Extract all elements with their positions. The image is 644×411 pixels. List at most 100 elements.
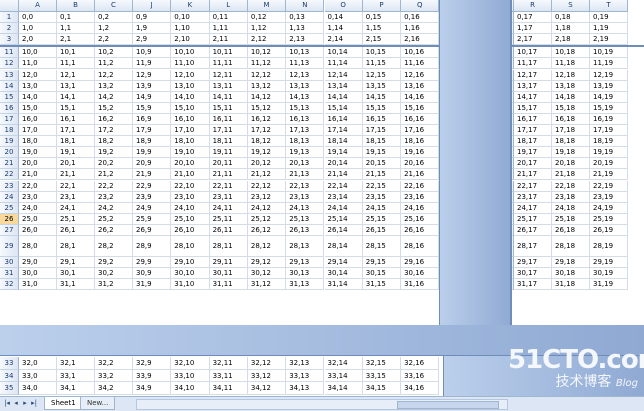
cell[interactable]: 18,13 xyxy=(286,136,325,148)
cell[interactable]: 10,0 xyxy=(19,47,57,59)
cell[interactable]: 1,1 xyxy=(57,23,95,35)
cell[interactable]: 29,11 xyxy=(209,257,248,269)
cell[interactable]: 19,9 xyxy=(133,147,172,159)
cell[interactable]: 21,17 xyxy=(514,169,552,181)
cell[interactable]: 29,18 xyxy=(552,257,590,269)
cell[interactable]: 1,13 xyxy=(286,23,325,35)
row-header-26[interactable]: 26 xyxy=(0,213,19,225)
row-header-25[interactable]: 25 xyxy=(0,202,19,214)
cell[interactable]: 12,1 xyxy=(57,69,95,81)
cell[interactable]: 2,2 xyxy=(95,34,133,46)
cell[interactable]: 29,2 xyxy=(95,257,133,269)
cell[interactable]: 29,16 xyxy=(401,257,440,269)
cell[interactable]: 0,16 xyxy=(401,12,440,24)
cell[interactable]: 10,2 xyxy=(95,47,133,59)
cell[interactable]: 1,15 xyxy=(362,23,402,35)
cell[interactable]: 34,12 xyxy=(247,382,287,395)
cell[interactable]: 16,14 xyxy=(324,113,363,125)
cell[interactable]: 23,2 xyxy=(95,191,133,203)
frozen-split-vertical[interactable] xyxy=(439,0,441,325)
cell[interactable]: 19,16 xyxy=(401,147,440,159)
cell[interactable]: 18,10 xyxy=(171,136,210,148)
row-header-18[interactable]: 18 xyxy=(0,125,19,137)
cell[interactable]: 18,12 xyxy=(247,136,287,148)
column-header-B[interactable]: B xyxy=(57,0,95,12)
cell[interactable]: 20,10 xyxy=(171,158,210,170)
cell[interactable]: 23,17 xyxy=(514,191,552,203)
cell[interactable]: 12,13 xyxy=(286,69,325,81)
cell[interactable]: 12,19 xyxy=(590,69,628,81)
cell[interactable]: 24,17 xyxy=(514,202,552,214)
cell[interactable]: 2,11 xyxy=(209,34,248,46)
cell[interactable]: 17,1 xyxy=(57,125,95,137)
row-header-22[interactable]: 22 xyxy=(0,169,19,181)
last-sheet-icon[interactable]: ▸| xyxy=(30,399,38,408)
cell[interactable]: 0,11 xyxy=(209,12,248,24)
cell[interactable]: 25,9 xyxy=(133,213,172,225)
row-header-15[interactable]: 15 xyxy=(0,91,19,103)
cell[interactable]: 1,16 xyxy=(401,23,440,35)
cell[interactable]: 18,17 xyxy=(514,136,552,148)
row-header-20[interactable]: 20 xyxy=(0,147,19,159)
cell[interactable]: 19,14 xyxy=(324,147,363,159)
cell[interactable]: 11,10 xyxy=(171,58,210,70)
cell[interactable]: 30,11 xyxy=(209,268,248,280)
next-sheet-icon[interactable]: ▸ xyxy=(21,399,29,408)
cell[interactable]: 2,15 xyxy=(362,34,402,46)
cell[interactable]: 13,19 xyxy=(590,80,628,92)
cell[interactable]: 21,16 xyxy=(401,169,440,181)
cell[interactable]: 25,10 xyxy=(171,213,210,225)
cell[interactable]: 30,15 xyxy=(362,268,402,280)
column-header-N[interactable]: N xyxy=(286,0,325,12)
cell[interactable]: 16,17 xyxy=(514,113,552,125)
cell[interactable]: 34,11 xyxy=(209,382,248,395)
row-header-12[interactable]: 12 xyxy=(0,58,19,70)
row-header-32[interactable]: 32 xyxy=(0,279,19,291)
cell[interactable]: 11,14 xyxy=(324,58,363,70)
cell[interactable]: 16,9 xyxy=(133,113,172,125)
cell[interactable]: 26,18 xyxy=(552,224,590,236)
cell[interactable]: 23,15 xyxy=(362,191,402,203)
cell[interactable]: 0,17 xyxy=(514,12,552,24)
cell[interactable]: 11,12 xyxy=(247,58,287,70)
cell[interactable]: 12,16 xyxy=(401,69,440,81)
cell[interactable]: 30,19 xyxy=(590,268,628,280)
tab-sheet1[interactable]: Sheet1 xyxy=(44,397,83,410)
cell[interactable]: 21,18 xyxy=(552,169,590,181)
cell[interactable]: 13,17 xyxy=(514,80,552,92)
cell[interactable]: 13,12 xyxy=(247,80,287,92)
cell[interactable]: 19,1 xyxy=(57,147,95,159)
cell[interactable]: 1,11 xyxy=(209,23,248,35)
cell[interactable]: 19,12 xyxy=(247,147,287,159)
cell[interactable]: 16,13 xyxy=(286,113,325,125)
column-header-A[interactable]: A xyxy=(19,0,57,12)
cell[interactable]: 16,12 xyxy=(247,113,287,125)
cell[interactable]: 10,15 xyxy=(362,47,402,59)
cell[interactable]: 28,11 xyxy=(209,236,248,257)
cell[interactable]: 21,0 xyxy=(19,169,57,181)
tab-new[interactable]: New... xyxy=(80,397,116,410)
cell[interactable]: 19,18 xyxy=(552,147,590,159)
cell[interactable]: 23,19 xyxy=(590,191,628,203)
cell[interactable]: 19,15 xyxy=(362,147,402,159)
cell[interactable]: 0,15 xyxy=(362,12,402,24)
cell[interactable]: 34,13 xyxy=(286,382,325,395)
cell[interactable]: 22,9 xyxy=(133,180,172,192)
select-all-corner[interactable] xyxy=(0,0,19,12)
cell[interactable]: 13,14 xyxy=(324,80,363,92)
cell[interactable]: 20,17 xyxy=(514,158,552,170)
cell[interactable]: 17,14 xyxy=(324,125,363,137)
cell[interactable]: 0,1 xyxy=(57,12,95,24)
cell[interactable]: 14,19 xyxy=(590,91,628,103)
pane-split-vertical-bottom[interactable] xyxy=(443,356,444,396)
cell[interactable]: 21,10 xyxy=(171,169,210,181)
row-header-11[interactable]: 11 xyxy=(0,47,19,59)
row-header-29[interactable]: 29 xyxy=(0,236,19,257)
cell[interactable]: 15,16 xyxy=(401,102,440,114)
cell[interactable]: 28,9 xyxy=(133,236,172,257)
cell[interactable]: 32,12 xyxy=(247,357,287,370)
column-header-M[interactable]: M xyxy=(247,0,287,12)
cell[interactable]: 13,1 xyxy=(57,80,95,92)
cell[interactable]: 25,12 xyxy=(247,213,287,225)
row-header-1[interactable]: 1 xyxy=(0,12,19,24)
